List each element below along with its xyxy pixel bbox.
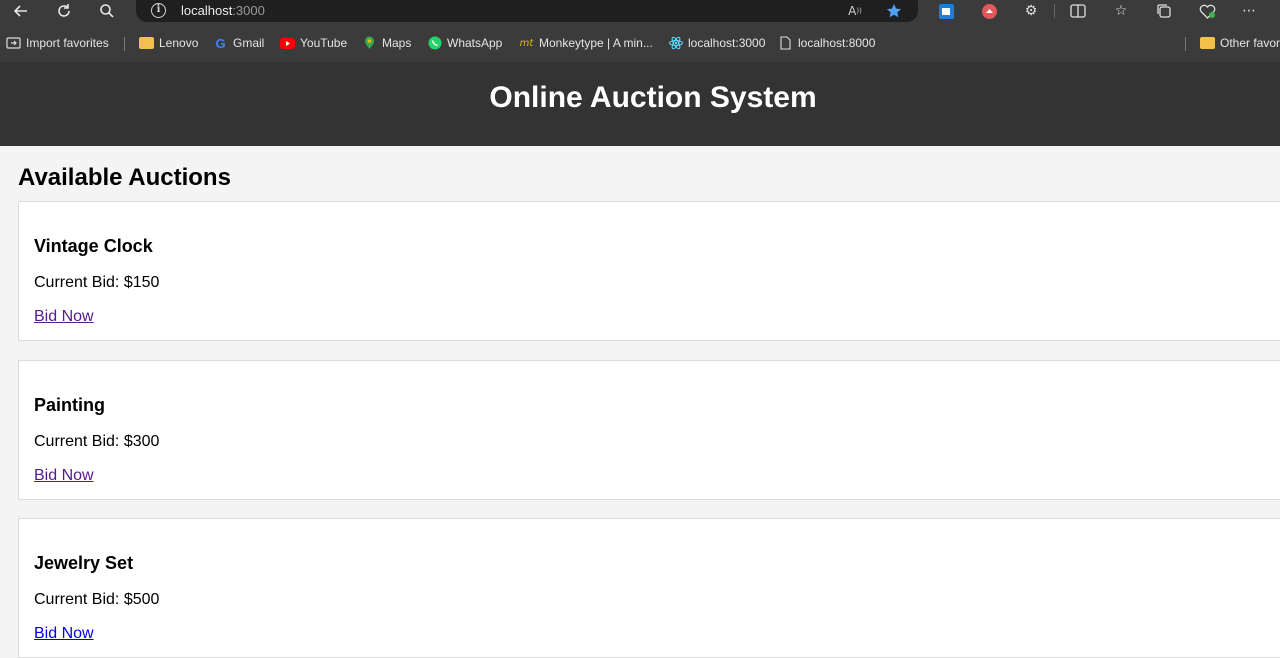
bookmark-import-favorites[interactable]: Import favorites <box>6 35 109 51</box>
site-info-icon[interactable]: i <box>151 3 166 18</box>
monkeytype-icon: mt <box>519 37 534 49</box>
bookmark-label: Import favorites <box>26 36 109 50</box>
bid-now-link[interactable]: Bid Now <box>34 625 94 643</box>
back-arrow-icon[interactable] <box>11 1 31 21</box>
bookmark-whatsapp[interactable]: WhatsApp <box>427 35 502 51</box>
section-title: Available Auctions <box>18 164 231 191</box>
bookmark-localhost-3000[interactable]: localhost:3000 <box>668 35 765 51</box>
bookmark-divider <box>1185 37 1186 51</box>
toolbar-divider <box>1054 4 1055 18</box>
youtube-icon <box>280 36 295 50</box>
bookmark-label: Gmail <box>233 36 265 50</box>
address-text[interactable]: localhost:3000 <box>181 3 265 18</box>
auction-item-name: Painting <box>34 395 105 415</box>
address-bar[interactable]: i localhost:3000 A)) <box>136 0 918 22</box>
auction-card-vintage-clock: Vintage Clock Current Bid: $150 Bid Now <box>18 201 1280 341</box>
import-icon <box>6 36 21 50</box>
auction-card-jewelry-set: Jewelry Set Current Bid: $500 Bid Now <box>18 518 1280 658</box>
bookmark-label: Maps <box>382 36 412 50</box>
auction-current-bid: Current Bid: $150 <box>34 274 160 291</box>
bookmark-localhost-8000[interactable]: localhost:8000 <box>778 35 875 51</box>
bookmark-label: Monkeytype | A min... <box>539 36 653 50</box>
favorites-list-icon[interactable]: ☆ <box>1111 1 1131 21</box>
auction-current-bid: Current Bid: $300 <box>34 433 160 450</box>
react-icon <box>668 36 683 50</box>
bookmark-maps[interactable]: Maps <box>362 35 411 51</box>
bookmark-label: Lenovo <box>159 36 199 50</box>
maps-pin-icon <box>362 36 377 50</box>
bid-now-link[interactable]: Bid Now <box>34 467 94 485</box>
outlook-extension-icon[interactable] <box>936 1 956 21</box>
page-title: Online Auction System <box>489 81 817 114</box>
browser-toolbar: i localhost:3000 A)) ⚙ ☆ ⋯ <box>0 0 1280 22</box>
extensions-puzzle-icon[interactable]: ⚙ <box>1021 1 1041 21</box>
auction-card-painting: Painting Current Bid: $300 Bid Now <box>18 360 1280 500</box>
auction-item-name: Jewelry Set <box>34 553 134 573</box>
browser-essentials-icon[interactable] <box>1197 1 1217 21</box>
page-icon <box>778 36 793 50</box>
bookmark-label: Other favor <box>1220 36 1280 50</box>
collections-icon[interactable] <box>1154 1 1174 21</box>
favorites-bar: Import favorites Lenovo G Gmail YouTube … <box>0 22 1280 62</box>
bookmark-other-favorites[interactable]: Other favor <box>1200 35 1280 51</box>
refresh-icon[interactable] <box>54 1 74 21</box>
whatsapp-icon <box>427 36 442 50</box>
more-options-icon[interactable]: ⋯ <box>1239 1 1259 21</box>
split-screen-icon[interactable] <box>1068 1 1088 21</box>
read-aloud-icon[interactable]: A)) <box>846 2 864 20</box>
extension-red-icon[interactable] <box>979 1 999 21</box>
auction-item-name: Vintage Clock <box>34 236 153 256</box>
bookmark-label: WhatsApp <box>447 36 503 50</box>
bookmark-label: localhost:3000 <box>688 36 766 50</box>
bookmark-divider <box>124 37 125 51</box>
favorite-star-icon[interactable] <box>885 2 903 20</box>
bookmark-label: YouTube <box>300 36 348 50</box>
bid-now-link[interactable]: Bid Now <box>34 308 94 326</box>
folder-icon <box>1200 36 1215 50</box>
google-icon: G <box>215 35 226 51</box>
bookmark-lenovo[interactable]: Lenovo <box>139 35 198 51</box>
folder-icon <box>139 36 154 50</box>
bookmark-youtube[interactable]: YouTube <box>280 35 347 51</box>
site-header: Online Auction System <box>0 62 1280 146</box>
auction-current-bid: Current Bid: $500 <box>34 591 160 608</box>
bookmark-label: localhost:8000 <box>798 36 876 50</box>
bookmark-gmail[interactable]: G Gmail <box>213 35 264 51</box>
search-icon[interactable] <box>97 1 117 21</box>
bookmark-monkeytype[interactable]: mt Monkeytype | A min... <box>519 35 653 51</box>
